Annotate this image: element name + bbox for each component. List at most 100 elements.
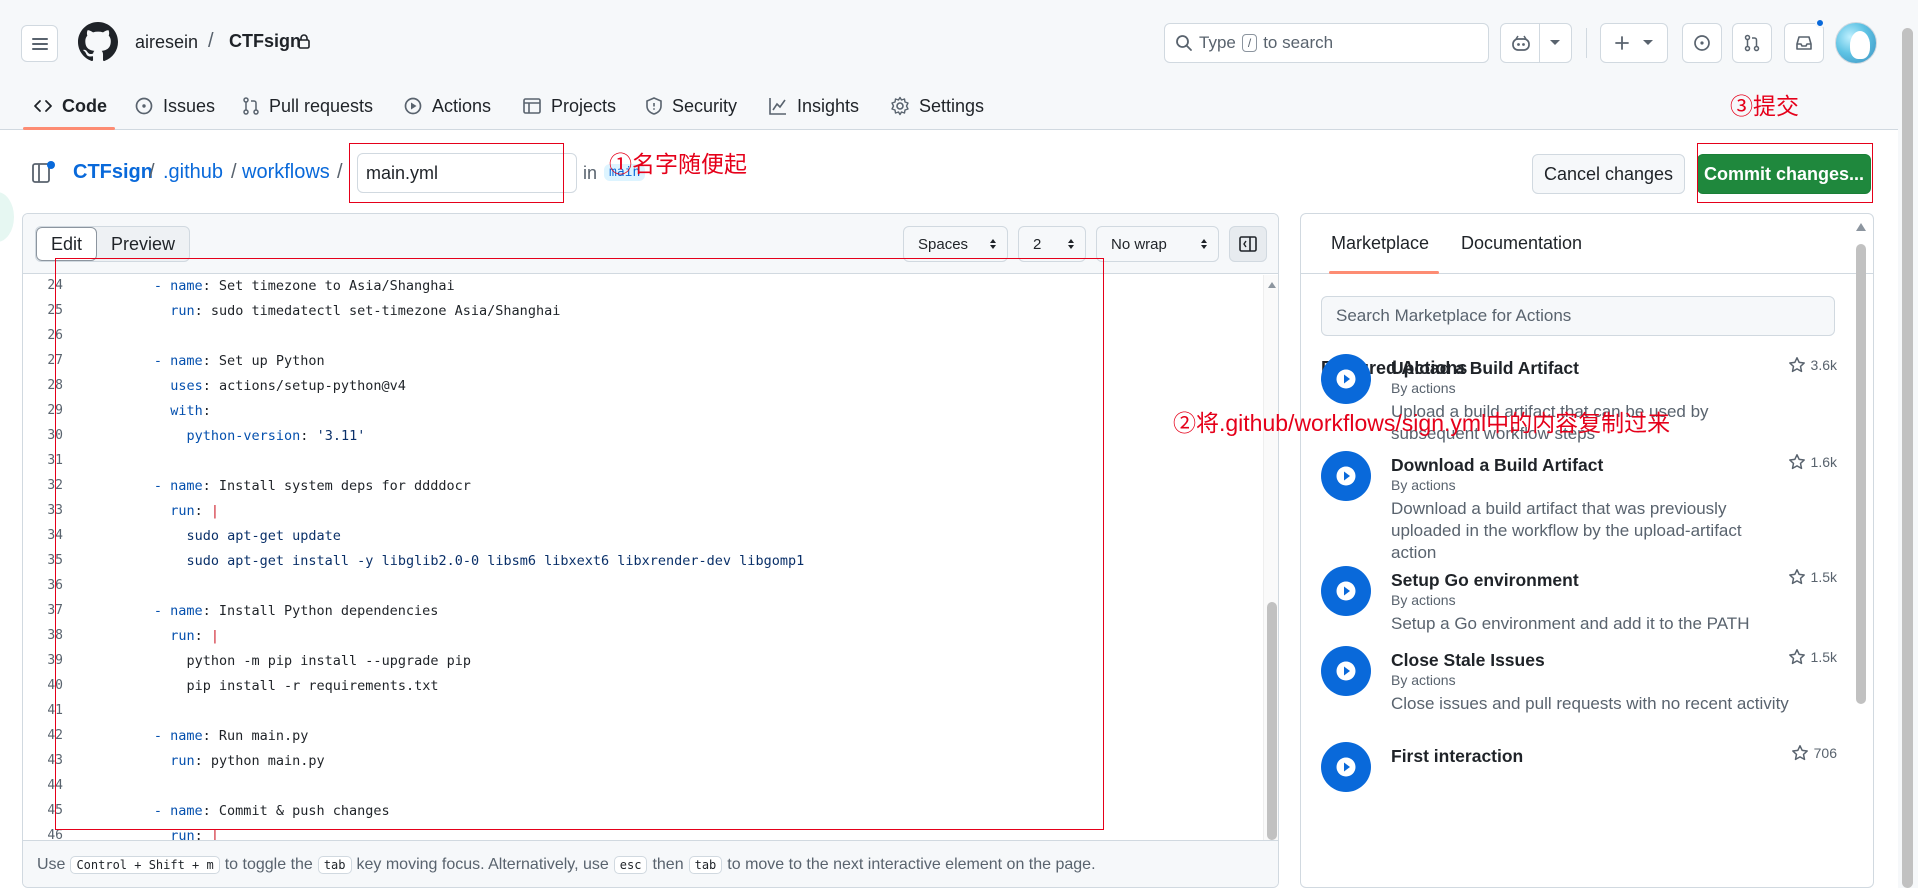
- footer-text: Use: [37, 856, 66, 873]
- pull-requests-button[interactable]: [1732, 23, 1772, 63]
- page-scrollbar[interactable]: [1898, 0, 1918, 888]
- tab-code[interactable]: Code: [33, 93, 107, 119]
- action-author: By actions: [1391, 380, 1456, 396]
- action-author: By actions: [1391, 477, 1456, 493]
- copilot-button[interactable]: [1500, 23, 1572, 63]
- avatar[interactable]: [1835, 22, 1877, 64]
- breadcrumb-repo[interactable]: CTFsign: [73, 161, 153, 184]
- preview-tab[interactable]: Preview: [97, 227, 189, 261]
- marketplace-search-input[interactable]: [1321, 296, 1835, 336]
- action-title[interactable]: First interaction: [1391, 746, 1523, 767]
- editor-scrollbar[interactable]: [1263, 275, 1278, 840]
- wrap-mode-select[interactable]: No wrap: [1096, 226, 1219, 262]
- star-icon: [1788, 454, 1805, 470]
- toggle-panel-button[interactable]: [1229, 226, 1267, 262]
- annotation-box-commit: [1697, 143, 1873, 203]
- action-description: Download a build artifact that was previ…: [1391, 499, 1742, 562]
- breadcrumb-workflows-dir[interactable]: workflows: [242, 161, 330, 184]
- tab-projects[interactable]: Projects: [522, 93, 616, 119]
- active-tab-indicator: [1329, 271, 1439, 274]
- tab-label: Issues: [163, 95, 216, 116]
- breadcrumb-separator: /: [231, 161, 237, 183]
- action-stars: 1.5k: [1788, 568, 1837, 586]
- global-header: airesein / CTFsign Type / to search Code: [0, 0, 1918, 130]
- tab-label: Code: [62, 95, 107, 116]
- issue-icon: [1694, 35, 1710, 51]
- tab-documentation[interactable]: Documentation: [1461, 233, 1582, 254]
- play-icon: [1321, 451, 1371, 501]
- shortcut-key: tab: [317, 856, 352, 874]
- code-icon: [34, 100, 52, 112]
- tab-actions[interactable]: Actions: [403, 93, 491, 119]
- tab-label: Security: [672, 95, 738, 116]
- play-icon: [1321, 566, 1371, 616]
- page-scroll-thumb[interactable]: [1902, 28, 1913, 888]
- action-author: By actions: [1391, 592, 1456, 608]
- indent-mode-select[interactable]: Spaces: [903, 226, 1008, 262]
- action-title[interactable]: Close Stale Issues: [1391, 650, 1545, 671]
- action-author: By actions: [1391, 672, 1456, 688]
- tab-security[interactable]: Security: [645, 93, 737, 119]
- tab-settings[interactable]: Settings: [890, 93, 984, 119]
- chevron-down-icon[interactable]: [1549, 39, 1561, 47]
- footer-text: key moving focus. Alternatively, use: [356, 856, 609, 873]
- search-icon: [1176, 35, 1192, 51]
- global-search[interactable]: Type / to search: [1164, 23, 1489, 63]
- tab-issues[interactable]: Issues: [134, 93, 215, 119]
- repo-name-link[interactable]: CTFsign: [229, 31, 301, 52]
- sidebar-expand-icon: [1239, 236, 1257, 252]
- tab-insights[interactable]: Insights: [768, 93, 859, 119]
- select-arrows-icon: [1068, 239, 1074, 249]
- action-stars: 1.5k: [1788, 648, 1837, 666]
- copilot-icon: [1512, 35, 1530, 51]
- breadcrumb-separator: /: [337, 161, 343, 183]
- chevron-down-icon: [1643, 40, 1653, 45]
- footer-text: then: [652, 856, 684, 873]
- breadcrumb-github-dir[interactable]: .github: [163, 161, 223, 184]
- annotation-box-code: [55, 258, 1104, 830]
- scroll-up-arrow-icon[interactable]: [1267, 281, 1277, 289]
- partial-floating-element: [0, 192, 14, 242]
- play-icon: [404, 97, 422, 115]
- inbox-icon: [1796, 36, 1812, 50]
- tab-marketplace[interactable]: Marketplace: [1331, 233, 1429, 254]
- tab-label: Pull requests: [269, 95, 374, 116]
- scroll-up-arrow-icon[interactable]: [1855, 222, 1867, 232]
- panel-scrollbar[interactable]: [1852, 222, 1868, 888]
- indent-size-select[interactable]: 2: [1018, 226, 1086, 262]
- action-title[interactable]: Download a Build Artifact: [1391, 455, 1603, 476]
- footer-text: to move to the next interactive element …: [727, 856, 1096, 873]
- cancel-changes-button[interactable]: Cancel changes: [1532, 154, 1685, 194]
- footer-text: to toggle the: [224, 856, 313, 873]
- action-stars: 706: [1791, 744, 1837, 762]
- action-title[interactable]: Upload a Build Artifact: [1391, 358, 1579, 379]
- create-new-button[interactable]: [1600, 23, 1668, 63]
- annotation-box-filename: [349, 143, 564, 203]
- play-icon: [1321, 354, 1371, 404]
- annotation-step1: ①名字随便起: [609, 151, 747, 177]
- in-branch-label: in: [583, 163, 598, 183]
- inbox-button[interactable]: [1784, 23, 1824, 63]
- file-tree-toggle-icon[interactable]: [30, 160, 56, 186]
- issues-button[interactable]: [1682, 23, 1722, 63]
- select-arrows-icon: [990, 239, 996, 249]
- tab-pull-requests[interactable]: Pull requests: [242, 93, 373, 119]
- tab-label: Settings: [919, 95, 985, 116]
- select-arrows-icon: [1201, 239, 1207, 249]
- panel-scroll-thumb[interactable]: [1856, 244, 1866, 704]
- edit-tab[interactable]: Edit: [36, 227, 98, 261]
- github-logo-icon[interactable]: [78, 22, 118, 62]
- header-divider: [1586, 28, 1587, 58]
- action-title[interactable]: Setup Go environment: [1391, 570, 1579, 591]
- menu-button[interactable]: [21, 25, 58, 62]
- indent-mode-value: Spaces: [918, 235, 969, 253]
- repo-owner-link[interactable]: airesein: [135, 32, 198, 53]
- plus-icon: [1615, 36, 1629, 50]
- action-stars: 3.6k: [1788, 356, 1837, 374]
- tab-label: Projects: [551, 95, 617, 116]
- search-shortcut-key: /: [1241, 34, 1258, 52]
- search-suffix: to search: [1263, 33, 1334, 52]
- path-separator: /: [208, 30, 214, 52]
- editor-scroll-thumb[interactable]: [1267, 602, 1277, 840]
- action-stars: 1.6k: [1788, 453, 1837, 471]
